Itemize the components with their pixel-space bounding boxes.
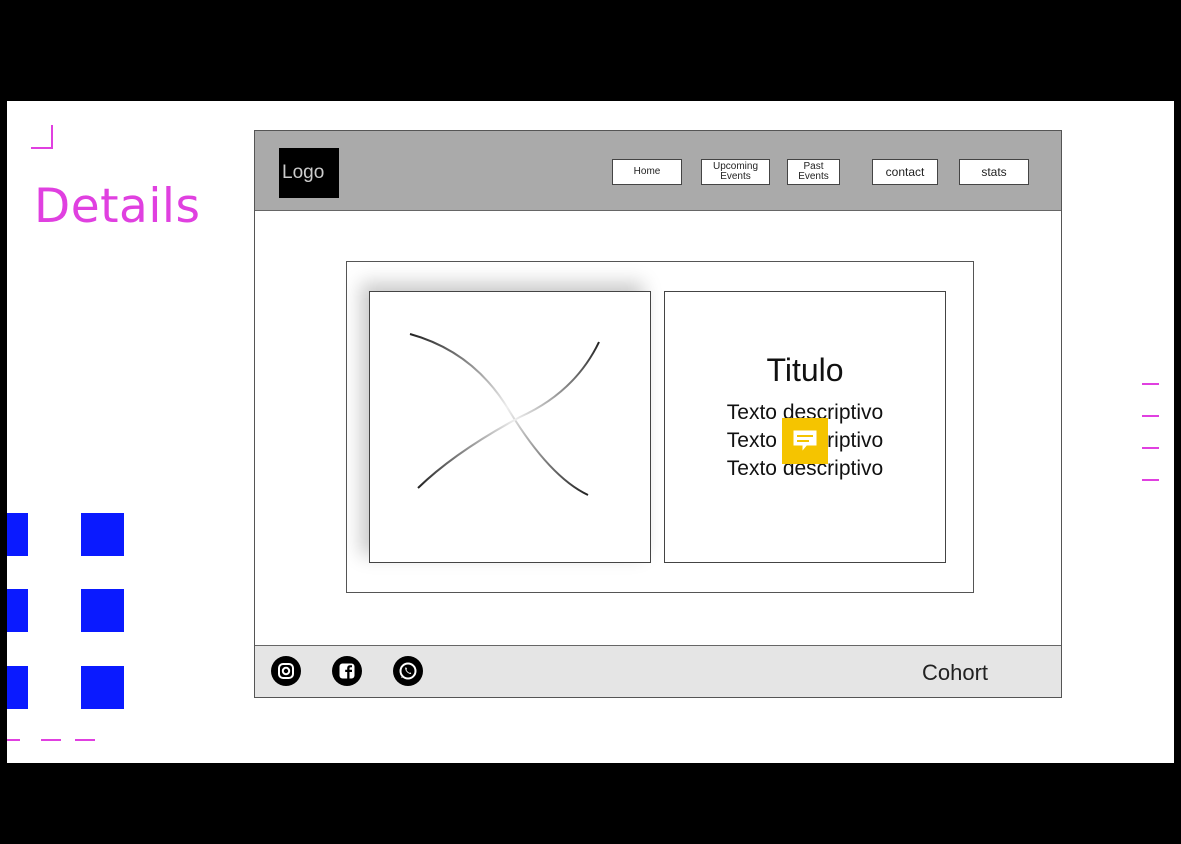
blue-square-decoration (7, 666, 28, 709)
blue-square-decoration (7, 589, 28, 632)
dash-decoration (41, 739, 61, 741)
dash-decoration (75, 739, 95, 741)
mockup-footer: Cohort (255, 645, 1061, 697)
mockup-header: Logo Home Upcoming Events Past Events co… (255, 131, 1061, 211)
dash-decoration (1142, 415, 1159, 417)
dash-decoration (7, 739, 20, 741)
corner-bracket-decoration (31, 125, 53, 149)
facebook-icon[interactable] (332, 656, 362, 686)
dash-decoration (1142, 383, 1159, 385)
blue-square-decoration (81, 666, 124, 709)
slide: Details Logo Home Upcoming Events Past E… (7, 101, 1174, 763)
comment-icon[interactable] (782, 418, 828, 464)
nav-home-button[interactable]: Home (612, 159, 682, 185)
nav-past-events-button[interactable]: Past Events (787, 159, 840, 185)
nav-stats-button[interactable]: stats (959, 159, 1029, 185)
nav-contact-button[interactable]: contact (872, 159, 938, 185)
blue-square-decoration (7, 513, 28, 556)
image-placeholder-icon (409, 333, 600, 496)
dash-decoration (1142, 447, 1159, 449)
footer-brand: Cohort (922, 660, 989, 685)
dash-decoration (1142, 479, 1159, 481)
letterbox-bottom (0, 763, 1181, 844)
letterbox-top (0, 0, 1181, 101)
instagram-icon[interactable] (271, 656, 301, 686)
card-title: Titulo (766, 352, 844, 388)
website-mockup: Logo Home Upcoming Events Past Events co… (254, 130, 1062, 698)
blue-square-decoration (81, 513, 124, 556)
blue-square-decoration (81, 589, 124, 632)
logo[interactable]: Logo (279, 148, 339, 198)
details-card: Titulo Texto descriptivo Texto descripti… (346, 261, 974, 593)
whatsapp-icon[interactable] (393, 656, 423, 686)
nav-upcoming-events-button[interactable]: Upcoming Events (701, 159, 770, 185)
image-placeholder (369, 291, 651, 563)
slide-heading: Details (34, 179, 201, 234)
